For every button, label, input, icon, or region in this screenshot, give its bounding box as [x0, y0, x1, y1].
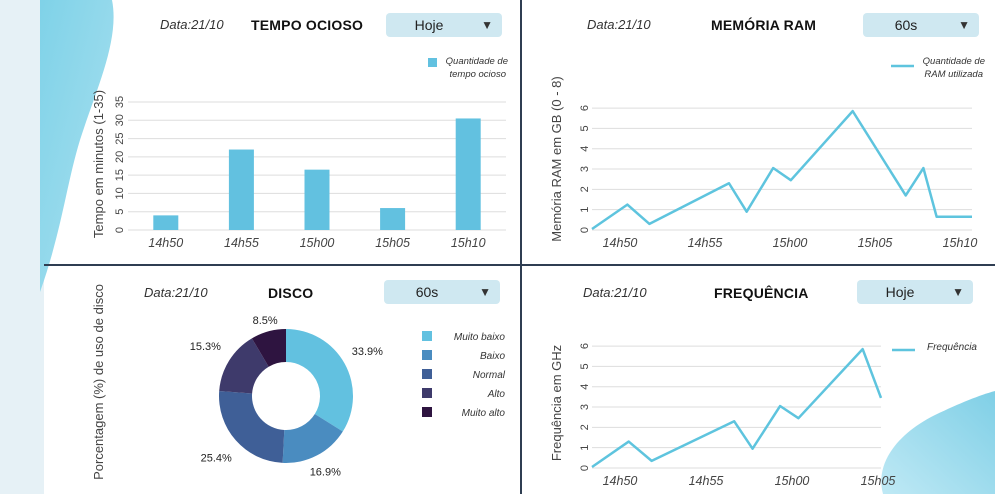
idle-ytick-label: 35	[114, 96, 126, 108]
idle-y-axis-label: Tempo em minutos (1-35)	[91, 90, 106, 238]
frequency-chart: 0 1 2 3 4 5 6 14h50 14h55 15h00 15h05 Frequência …	[549, 342, 977, 488]
triangle-down-icon: ▼	[958, 18, 970, 32]
disk-legend-swatch	[422, 331, 432, 341]
idle-xtick-label: 14h50	[148, 236, 183, 250]
idle-bar	[380, 208, 406, 230]
ram-ytick-label: 6	[579, 105, 591, 111]
idle-ytick-label: 10	[114, 187, 126, 199]
disk-y-axis-label: Porcentagem (%) de uso de disco	[91, 284, 106, 480]
freq-ytick-label: 4	[579, 384, 591, 390]
freq-xtick-label: 15h05	[861, 474, 896, 488]
ram-ytick-label: 0	[579, 227, 591, 233]
disk-chart: Porcentagem (%) de uso de disco 33.9% 16.…	[91, 284, 506, 480]
idle-ytick-label: 25	[114, 132, 126, 144]
idle-period-value: Hoje	[414, 17, 444, 33]
idle-period-select[interactable]: Hoje ▼	[386, 13, 502, 37]
idle-bars	[153, 118, 481, 230]
idle-ytick-label: 15	[114, 169, 126, 181]
ram-ytick-label: 5	[579, 125, 591, 131]
ram-ytick-label: 1	[579, 207, 591, 213]
disk-legend-swatch	[422, 350, 432, 360]
freq-ytick-label: 3	[579, 404, 591, 410]
idle-time-chart: 0 5 10 15 20 25 30 35 14h50 14h55 15h00 15h05 15h10…	[91, 56, 508, 250]
ram-xtick-label: 15h00	[773, 236, 808, 250]
ram-title: MEMÓRIA RAM	[711, 17, 817, 33]
disk-legend-label: Muito alto	[462, 408, 506, 419]
freq-xtick-label: 14h50	[603, 474, 638, 488]
ram-ytick-label: 3	[579, 166, 591, 172]
ram-xtick-label: 15h10	[943, 236, 978, 250]
disk-legend-swatch	[422, 407, 432, 417]
freq-xtick-label: 14h55	[689, 474, 724, 488]
idle-legend-line-2: tempo ocioso	[449, 69, 506, 80]
ram-xtick-label: 14h50	[603, 236, 638, 250]
ram-xtick-label: 14h55	[688, 236, 723, 250]
freq-ytick-label: 6	[579, 343, 591, 349]
freq-ytick-label: 0	[579, 465, 591, 471]
triangle-down-icon: ▼	[481, 18, 493, 32]
idle-ytick-label: 30	[114, 114, 126, 126]
disk-slice-label: 25.4%	[201, 453, 232, 465]
freq-grid	[592, 345, 881, 469]
disk-legend: Muito baixo Baixo Normal Alto Muito alto	[422, 331, 506, 419]
idle-bar	[228, 149, 254, 230]
freq-ytick-label: 2	[579, 424, 591, 430]
idle-bar	[304, 169, 330, 230]
disk-slice-label: 8.5%	[253, 315, 278, 327]
disk-slice-label: 33.9%	[352, 346, 383, 358]
ram-legend-line-1: Quantidade de	[923, 56, 985, 67]
ram-legend-line-2: RAM utilizada	[924, 69, 983, 80]
disk-legend-label: Alto	[487, 389, 506, 400]
disk-legend-label: Muito baixo	[454, 332, 506, 343]
idle-legend-line-1: Quantidade de	[446, 56, 508, 67]
idle-xtick-label: 15h00	[300, 236, 335, 250]
idle-legend-swatch	[428, 58, 437, 67]
ram-grid	[592, 107, 972, 231]
left-background-strip	[0, 0, 44, 494]
idle-xtick-label: 15h10	[451, 236, 486, 250]
ram-ytick-label: 4	[579, 146, 591, 152]
idle-ytick-label: 5	[114, 209, 126, 215]
freq-y-axis-label: Frequência em GHz	[549, 345, 564, 461]
ram-yticks: 0 1 2 3 4 5 6	[579, 105, 591, 233]
idle-ytick-label: 20	[114, 151, 126, 163]
ram-date: Data:21/10	[587, 17, 651, 32]
ram-ytick-label: 2	[579, 186, 591, 192]
idle-xtick-label: 15h05	[375, 236, 410, 250]
ram-chart: 0 1 2 3 4 5 6 14h50 14h55 15h00 15h05 15h10 Memóri…	[549, 56, 985, 250]
idle-bar	[455, 118, 481, 230]
ram-period-value: 60s	[894, 17, 918, 33]
disk-slice	[286, 329, 353, 432]
idle-date: Data:21/10	[160, 17, 224, 32]
disk-legend-label: Baixo	[480, 351, 505, 362]
idle-title: TEMPO OCIOSO	[251, 17, 364, 33]
ram-period-select[interactable]: 60s ▼	[863, 13, 979, 37]
disk-slice-label: 16.9%	[310, 466, 341, 478]
disk-legend-label: Normal	[473, 370, 506, 381]
idle-yticks: 0 5 10 15 20 25 30 35	[114, 96, 126, 233]
idle-xtick-label: 14h55	[224, 236, 259, 250]
ram-xtick-label: 15h05	[858, 236, 893, 250]
idle-bar	[153, 215, 179, 230]
freq-yticks: 0 1 2 3 4 5 6	[579, 343, 591, 471]
freq-ytick-label: 1	[579, 445, 591, 451]
idle-ytick-label: 0	[114, 227, 126, 233]
disk-slice-label: 15.3%	[190, 341, 221, 353]
disk-legend-swatch	[422, 388, 432, 398]
disk-donut	[219, 329, 353, 463]
freq-xtick-label: 15h00	[775, 474, 810, 488]
freq-ytick-label: 5	[579, 363, 591, 369]
ram-y-axis-label: Memória RAM em GB (0 - 8)	[549, 76, 564, 241]
ram-xticks: 14h50 14h55 15h00 15h05 15h10	[603, 236, 978, 250]
freq-xticks: 14h50 14h55 15h00 15h05	[603, 474, 896, 488]
disk-legend-swatch	[422, 369, 432, 379]
freq-legend-label: Frequência	[927, 342, 977, 353]
idle-xticks: 14h50 14h55 15h00 15h05 15h10	[148, 236, 485, 250]
